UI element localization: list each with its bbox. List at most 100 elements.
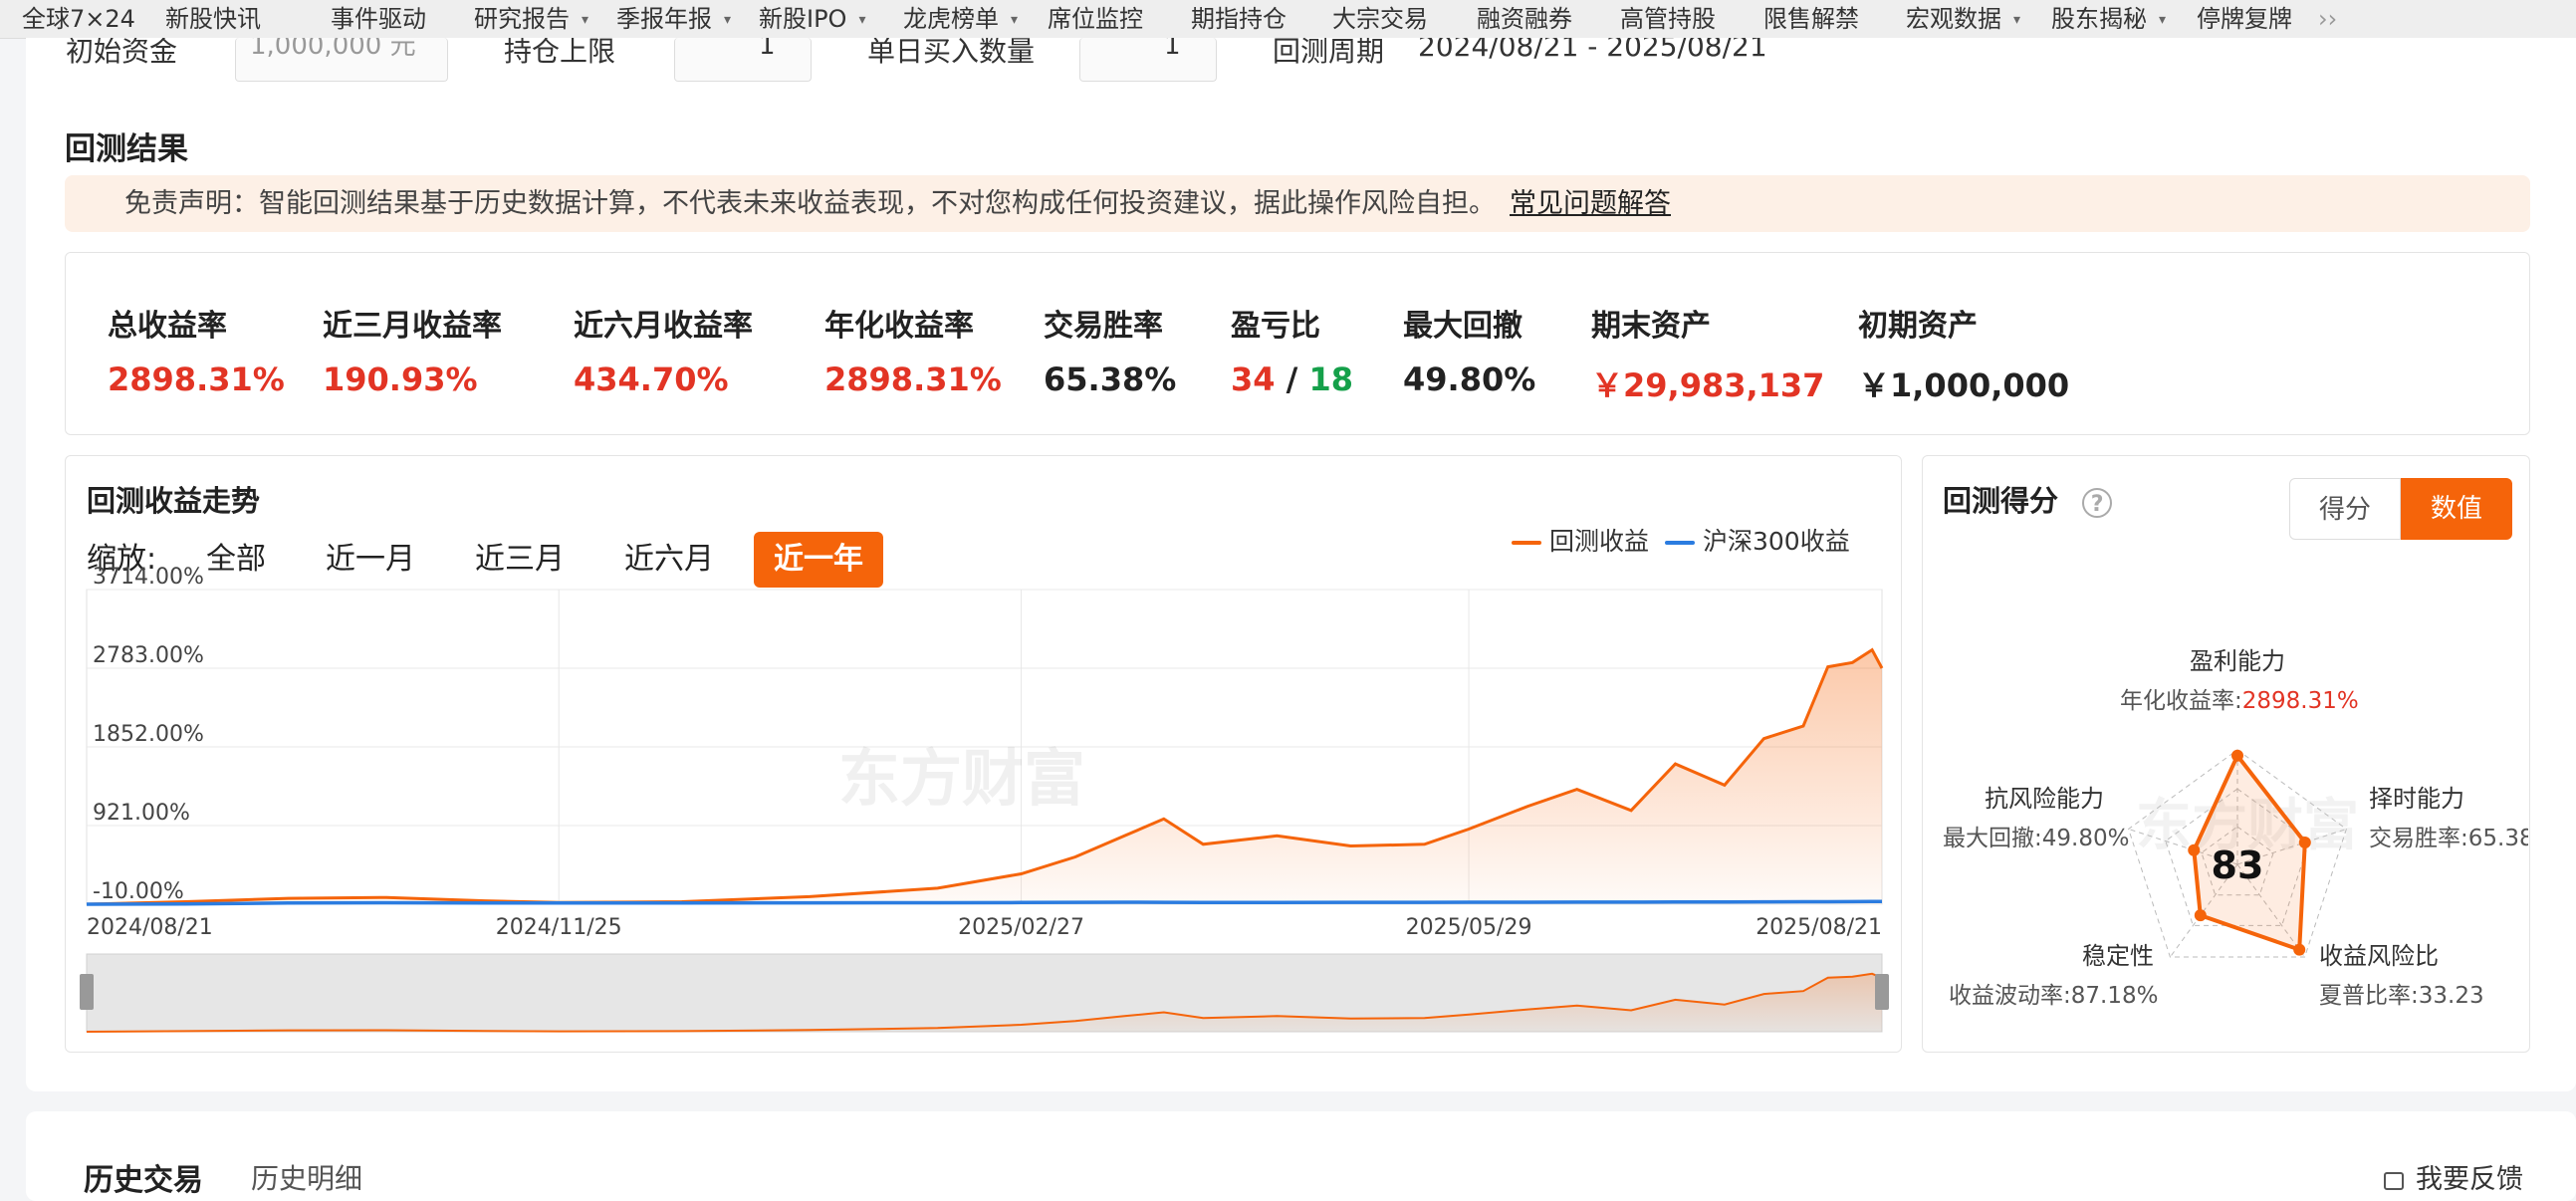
nav-item[interactable]: 季报年报 ▾: [616, 0, 731, 38]
navigator-right-handle[interactable]: [1875, 974, 1889, 1010]
nav-item[interactable]: 事件驱动: [331, 0, 426, 38]
nav-item[interactable]: 股东揭秘 ▾: [2051, 0, 2166, 38]
position-limit-label: 持仓上限: [504, 38, 616, 68]
nav-item-label: 季报年报: [616, 5, 712, 33]
radar-point: [2293, 943, 2306, 956]
initial-funds-label: 初始资金: [66, 38, 178, 68]
y-tick-label: 3714.00%: [93, 565, 204, 590]
radar-point: [2188, 843, 2201, 856]
nav-item[interactable]: 全球7×24: [22, 0, 135, 38]
nav-item-label: 宏观数据: [1906, 5, 2001, 33]
nav-item[interactable]: 高管持股: [1620, 0, 1716, 38]
radar-label-timing: 择时能力: [2369, 785, 2464, 813]
watermark-logo: 东方财富: [838, 742, 1085, 815]
nav-item[interactable]: 新股快讯: [165, 0, 261, 38]
nav-item[interactable]: 限售解禁: [1763, 0, 1859, 38]
radar-point: [2298, 836, 2311, 848]
disclaimer-text: 免责声明：智能回测结果基于历史数据计算，不代表未来收益表现，不对您构成任何投资建…: [124, 188, 1496, 219]
stat-pl-ratio: 盈亏比 34 / 18: [1231, 309, 1354, 398]
radar-point: [2194, 909, 2207, 922]
trend-chart[interactable]: 3714.00% 2783.00% 1852.00% 921.00% -10.00% 20…: [66, 456, 1901, 1052]
nav-item-label: 席位监控: [1048, 5, 1143, 33]
nav-item-label: 新股IPO: [759, 5, 847, 33]
nav-item[interactable]: 融资融券: [1477, 0, 1572, 38]
nav-item-label: 研究报告: [474, 5, 570, 33]
nav-item-label: 融资融券: [1477, 5, 1572, 33]
y-tick-label: 2783.00%: [93, 643, 204, 668]
radar-sub-anti-risk: 最大回撤:49.80%: [1943, 826, 2130, 851]
nav-item[interactable]: 研究报告 ▾: [474, 0, 588, 38]
feedback-icon: [2384, 1171, 2404, 1190]
nav-item-label: 大宗交易: [1332, 5, 1428, 33]
top-nav: 全球7×24 新股快讯 事件驱动 研究报告 ▾ 季报年报 ▾ 新股IPO ▾ 龙虎榜单 ▾ 席位监控 期…: [0, 0, 2576, 39]
chevron-down-icon: ▾: [1011, 12, 1019, 28]
period-value: 2024/08/21 - 2025/08/21: [1418, 38, 1767, 63]
disclaimer-banner: 免责声明：智能回测结果基于历史数据计算，不代表未来收益表现，不对您构成任何投资建…: [65, 175, 2530, 232]
radar-sub-stability: 收益波动率:87.18%: [1949, 983, 2159, 1009]
stats-summary: 总收益率 2898.31% 近三月收益率 190.93% 近六月收益率 434.…: [65, 252, 2530, 435]
daily-buy-label: 单日买入数量: [867, 38, 1036, 68]
results-title: 回测结果: [65, 131, 188, 167]
radar-label-anti-risk: 抗风险能力: [1985, 785, 2104, 813]
nav-item[interactable]: 龙虎榜单 ▾: [903, 0, 1018, 38]
nav-item[interactable]: 大宗交易: [1332, 0, 1428, 38]
stat-annualized: 年化收益率 2898.31%: [824, 309, 1002, 398]
stat-total-return: 总收益率 2898.31%: [108, 309, 285, 398]
radar-label-profit: 盈利能力: [2190, 647, 2285, 675]
position-limit-field[interactable]: 1: [674, 38, 812, 82]
nav-item[interactable]: 宏观数据 ▾: [1906, 0, 2020, 38]
feedback-button[interactable]: 我要反馈: [2384, 1157, 2523, 1196]
radar-total-score: 83: [2212, 843, 2264, 887]
x-tick-label: 2025/02/27: [958, 915, 1084, 940]
nav-item[interactable]: 期指持仓: [1191, 0, 1287, 38]
stat-three-month: 近三月收益率 190.93%: [323, 309, 502, 398]
score-panel: 回测得分 ? 得分 数值 东方财富 83 盈利能力 年化收益率:2898.31% …: [1922, 455, 2530, 1053]
y-tick-label: 1852.00%: [93, 722, 204, 747]
period-label: 回测周期: [1273, 38, 1385, 68]
x-tick-label: 2025/08/21: [1756, 915, 1882, 940]
benchmark-series-line: [86, 899, 1882, 906]
nav-item[interactable]: 新股IPO ▾: [759, 0, 865, 38]
stat-max-drawdown: 最大回撤 49.80%: [1403, 309, 1536, 398]
stat-final-assets: 期末资产 ￥29,983,137: [1591, 309, 1825, 404]
nav-item-label: 期指持仓: [1191, 5, 1287, 33]
x-tick-label: 2025/05/29: [1406, 915, 1532, 940]
radar-label-risk-return: 收益风险比: [2319, 942, 2439, 970]
radar-sub-risk-return: 夏普比率:33.23: [2319, 983, 2484, 1009]
nav-item-label: 股东揭秘: [2051, 5, 2147, 33]
nav-item[interactable]: 席位监控: [1048, 0, 1143, 38]
chevron-down-icon: ▾: [724, 12, 732, 28]
nav-item-label: 限售解禁: [1763, 5, 1859, 33]
faq-link[interactable]: 常见问题解答: [1510, 188, 1671, 219]
nav-item-label: 事件驱动: [331, 5, 426, 33]
nav-item-label: 龙虎榜单: [903, 5, 999, 33]
x-tick-label: 2024/08/21: [87, 915, 213, 940]
trend-chart-panel: 回测收益走势 缩放: 全部 近一月 近三月 近六月 近一年 回测收益 沪深300…: [65, 455, 1902, 1053]
radar-sub-profit: 年化收益率:2898.31%: [2120, 688, 2359, 714]
radar-sub-timing: 交易胜率:65.38%: [2369, 826, 2528, 851]
nav-item-label: 新股快讯: [165, 5, 261, 33]
stat-initial-assets: 初期资产 ￥1,000,000: [1858, 309, 2070, 404]
chevron-down-icon: ▾: [2013, 12, 2021, 28]
initial-funds-field[interactable]: 1,000,000 元: [235, 38, 448, 82]
tab-history-detail[interactable]: 历史明细: [251, 1157, 362, 1197]
stat-six-month: 近六月收益率 434.70%: [574, 309, 753, 398]
nav-item-label: 全球7×24: [22, 5, 135, 33]
nav-more-icon[interactable]: ››: [2318, 0, 2337, 38]
nav-item-label: 停牌复牌: [2197, 5, 2292, 33]
chevron-down-icon: ▾: [582, 12, 589, 28]
y-tick-label: -10.00%: [93, 879, 184, 904]
radar-label-stability: 稳定性: [2082, 942, 2154, 970]
nav-item[interactable]: 停牌复牌: [2197, 0, 2292, 38]
chevron-down-icon: ▾: [2159, 12, 2167, 28]
radar-point: [2231, 749, 2243, 762]
history-panel: 历史交易 历史明细 我要反馈: [26, 1111, 2576, 1201]
y-tick-label: 921.00%: [93, 801, 190, 826]
nav-item-label: 高管持股: [1620, 5, 1716, 33]
stat-win-rate: 交易胜率 65.38%: [1044, 309, 1177, 398]
navigator-left-handle[interactable]: [80, 974, 94, 1010]
daily-buy-field[interactable]: 1: [1079, 38, 1217, 82]
tab-history-trades[interactable]: 历史交易: [84, 1155, 203, 1199]
x-tick-label: 2024/11/25: [496, 915, 622, 940]
chevron-down-icon: ▾: [858, 12, 866, 28]
